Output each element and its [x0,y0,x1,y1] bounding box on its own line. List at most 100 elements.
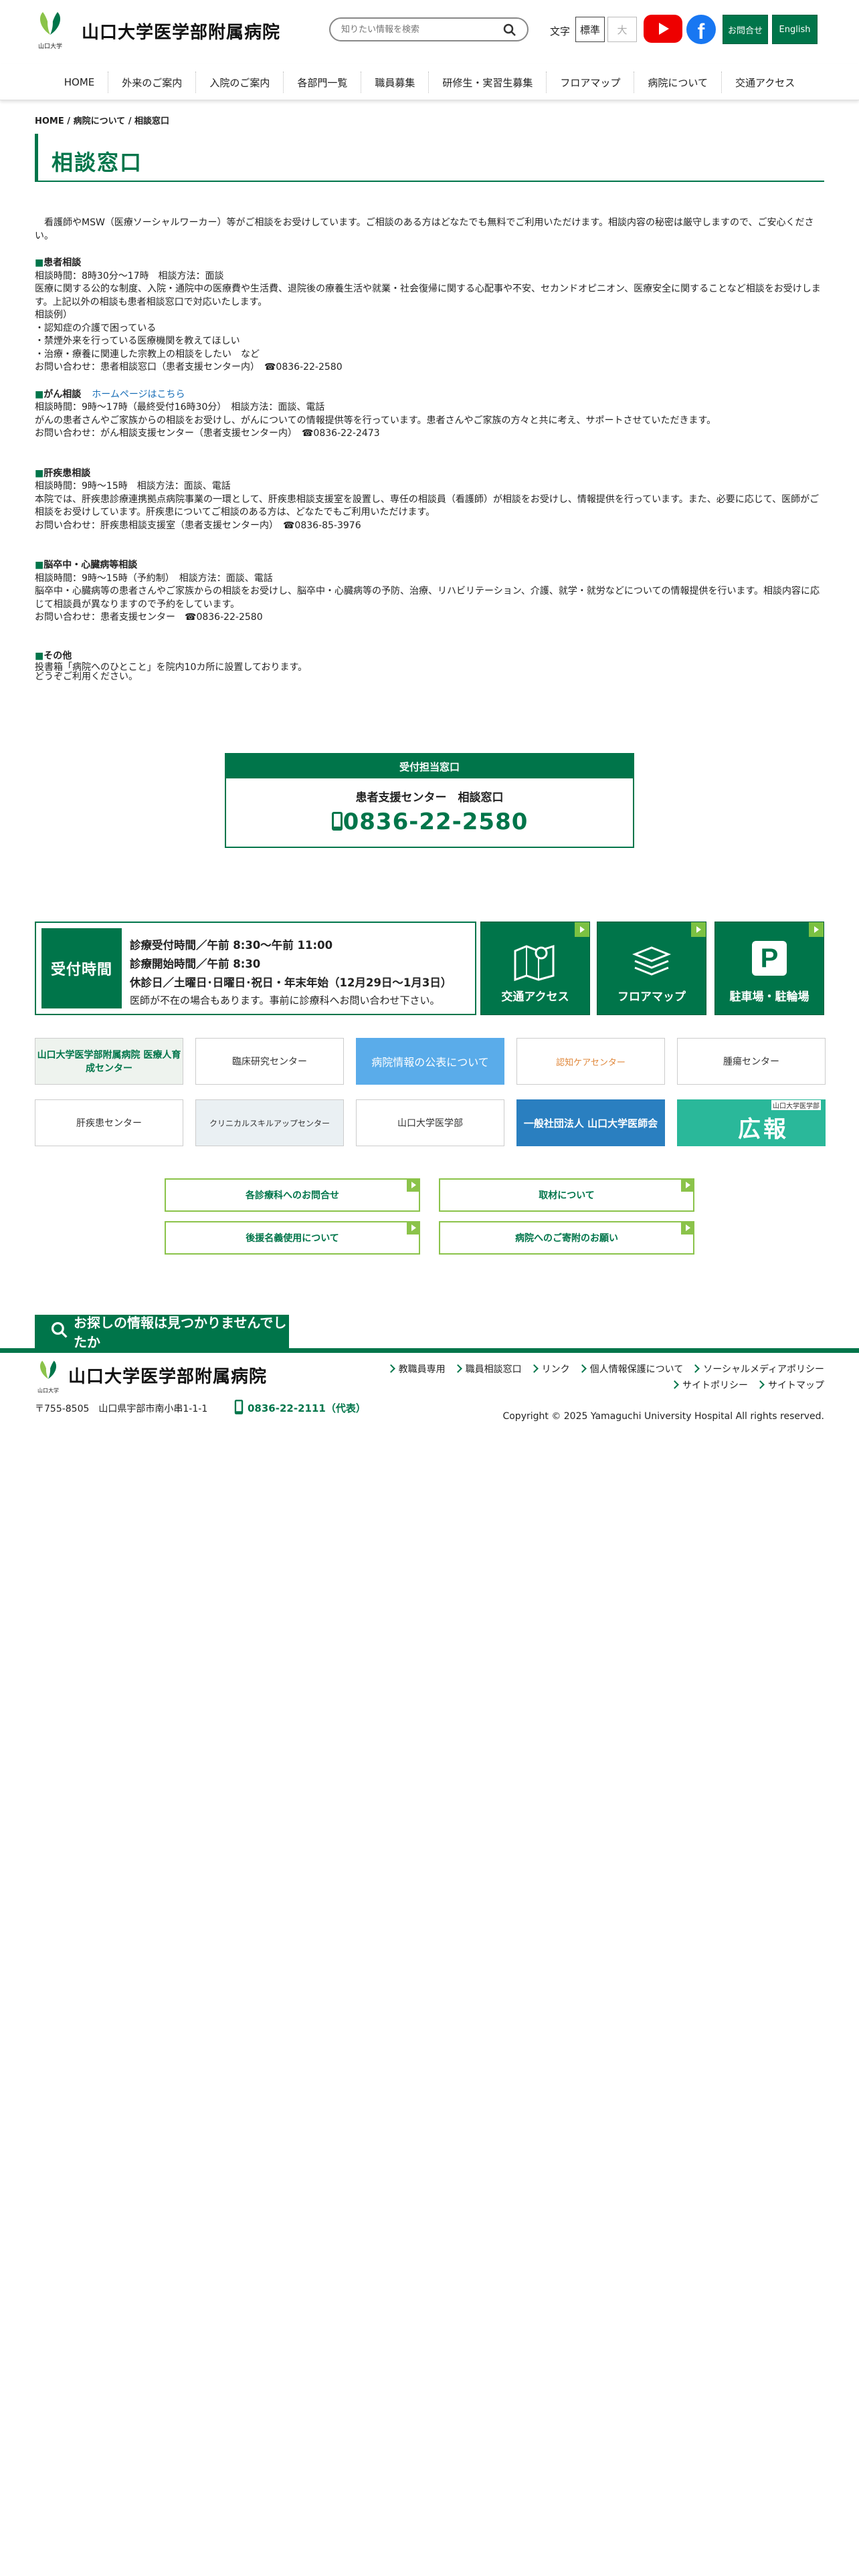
footer-logo[interactable]: 山口大学 [35,1358,62,1394]
floor-layers-icon [628,941,675,984]
reception-line: 診療開始時間／午前 8:30 [130,958,261,970]
section-title: 肝疾患相談 [43,467,91,479]
banner-clinical-skill-center[interactable]: クリニカルスキルアップセンター [195,1099,344,1146]
section-desc: 本院では、肝疾患診療連携拠点病院事業の一環として、肝疾患相談支援室を設置し、専任… [35,494,820,518]
tile-label: 駐車場・駐輪場 [729,990,809,1004]
square-bullet-icon: ■ [35,467,44,479]
cancer-consult-section: ■がん相談 ホームページはこちら 相談時間：9時～17時（最終受付16時30分） … [35,389,824,441]
example-item: ・治療・療養に関連した宗教上の相談をしたい など [35,348,260,360]
arrow-icon [809,922,824,937]
section-hours: 相談時間：9時～15時（予約制） 相談方法：面談、電話 [35,572,273,584]
footer-link-privacy[interactable]: 個人情報保護について [579,1364,684,1375]
breadcrumb: HOME / 病院について / 相談窓口 [35,114,169,126]
footer-link-sitemap[interactable]: サイトマップ [757,1380,824,1391]
nav-inpatient[interactable]: 入院のご案内 [195,72,283,93]
footer-link-staff-consult[interactable]: 職員相談窓口 [455,1364,522,1375]
square-bullet-icon: ■ [35,560,44,570]
footer-link-staff-only[interactable]: 教職員専用 [388,1364,446,1375]
nav-home[interactable]: HOME [51,72,108,93]
intro-text: 看護師やMSW（医療ソーシャルワーカー）等がご相談をお受けしています。ご相談のあ… [35,217,814,241]
global-nav: HOME 外来のご案内 入院のご案内 各部門一覧 職員募集 研修生・実習生募集 … [0,64,859,100]
banner-tumor-center[interactable]: 腫瘍センター [677,1038,826,1085]
search-icon[interactable] [503,23,516,39]
text-size-standard-button[interactable]: 標準 [575,17,605,42]
footer-tel-number: 0836-22-2111（代表） [248,1402,366,1414]
footer-link-social-policy[interactable]: ソーシャルメディアポリシー [692,1364,824,1375]
section-title: 患者相談 [43,257,82,268]
section-hours: 相談時間：8時30分～17時 相談方法：面談 [35,270,224,282]
banner-liver-disease-center[interactable]: 肝疾患センター [35,1099,183,1146]
footer-link-links[interactable]: リンク [531,1364,570,1375]
liver-consult-section: ■肝疾患相談 相談時間：9時～15時 相談方法：面談、電話 本院では、肝疾患診療… [35,467,824,533]
section-title: 脳卒中・心臓病等相談 [43,560,138,570]
english-button[interactable]: English [772,15,818,44]
footer-site-name[interactable]: 山口大学医学部附属病院 [68,1363,267,1388]
section-desc: 投書箱「病院へのひとこと」を院内10カ所に設置しております。 [35,661,308,673]
breadcrumb-about[interactable]: 病院について [74,116,126,126]
footer-address: 〒755-8505 山口県宇部市南小串1-1-1 [35,1404,208,1414]
search-input[interactable] [341,23,495,35]
footer-tel[interactable]: 0836-22-2111（代表） [234,1399,366,1415]
main-content: 看護師やMSW（医療ソーシャルワーカー）等がご相談をお受けしています。ご相談のあ… [35,217,824,681]
nav-trainee[interactable]: 研修生・実習生募集 [428,72,546,93]
nav-outpatient[interactable]: 外来のご案内 [108,72,195,93]
floormap-tile[interactable]: フロアマップ [597,922,706,1015]
banner-pr-title: 広報 [738,1116,789,1143]
section-contact: お問い合わせ：肝疾患相談支援室（患者支援センター内） ☎0836-85-3976 [35,520,361,531]
access-tile[interactable]: 交通アクセス [480,922,590,1015]
section-contact: お問い合わせ：がん相談支援センター（患者支援センター内） ☎0836-22-24… [35,428,380,439]
nav-access[interactable]: 交通アクセス [721,72,808,93]
section-hours: 相談時間：9時～15時 相談方法：面談、電話 [35,481,231,492]
donation-button[interactable]: 病院へのご寄附のお願い [439,1221,694,1255]
square-bullet-icon: ■ [35,389,44,400]
contact-button[interactable]: お問合せ [723,15,768,44]
tile-label: 交通アクセス [501,990,569,1004]
arrow-icon [691,922,706,937]
section-hours: 相談時間：9時～17時（最終受付16時30分） 相談方法：面談、電話 [35,402,325,413]
copyright: Copyright © 2025 Yamaguchi University Ho… [502,1411,824,1422]
arrow-icon [575,922,589,937]
footer-link-site-policy[interactable]: サイトポリシー [672,1380,748,1391]
cancer-homepage-link[interactable]: ホームページはこちら [92,389,185,400]
banner-public-relations[interactable]: 山口大学医学部 広報 [677,1099,826,1146]
press-inquiry-button[interactable]: 取材について [439,1178,694,1212]
banner-dementia-care-center[interactable]: 認知ケアセンター [516,1038,665,1085]
youtube-icon[interactable] [644,15,682,43]
sponsorship-button[interactable]: 後援名義使用について [165,1221,420,1255]
parking-icon: P [752,941,787,976]
dept-inquiry-button[interactable]: 各診療科へのお問合せ [165,1178,420,1212]
phone-icon [234,1400,248,1414]
banner-medical-training-center[interactable]: 山口大学医学部附属病院 医療人育成センター [35,1038,183,1085]
section-desc: がんの患者さんやご家族からの相談をお受けし、がんについての情報提供等を行っていま… [35,415,717,426]
breadcrumb-current: 相談窓口 [134,116,170,126]
university-logo[interactable]: 山口大学 [33,8,67,50]
facebook-icon[interactable]: f [686,15,716,44]
phone-icon [331,809,343,835]
banner-clinical-research-center[interactable]: 臨床研究センター [195,1038,344,1085]
banner-medical-association[interactable]: 一般社団法人 山口大学医師会 [516,1099,665,1146]
section-contact: お問い合わせ：患者支援センター ☎0836-22-2580 [35,612,263,623]
banner-medical-school[interactable]: 山口大学医学部 [356,1099,504,1146]
footer-links: 教職員専用 職員相談窓口 リンク 個人情報保護について ソーシャルメディアポリシーサイト… [316,1362,824,1394]
stroke-consult-section: ■脳卒中・心臓病等相談 相談時間：9時～15時（予約制） 相談方法：面談、電話 … [35,559,824,625]
site-title[interactable]: 山口大学医学部附属病院 [82,19,280,43]
nav-recruit[interactable]: 職員募集 [361,72,428,93]
phone-box-tel[interactable]: 0836-22-2580 [226,809,633,835]
footer-logo-caption: 山口大学 [37,1388,59,1394]
phone-box-name: 患者支援センター 相談窓口 [355,791,504,804]
text-size-label: 文字 [550,25,571,37]
phone-box-header: 受付担当窓口 [226,754,633,778]
nav-floormap[interactable]: フロアマップ [546,72,634,93]
not-found-label: お探しの情報は見つかりませんでしたか [74,1315,287,1350]
parking-tile[interactable]: P 駐車場・駐輪場 [714,922,824,1015]
reception-phone-box: 受付担当窓口 患者支援センター 相談窓口 0836-22-2580 [225,753,634,848]
not-found-tab[interactable]: お探しの情報は見つかりませんでしたか [35,1315,289,1350]
example-item: ・認知症の介護で困っている [35,322,157,334]
reception-line: 診療受付時間／午前 8:30～午前 11:00 [130,939,333,952]
nav-departments[interactable]: 各部門一覧 [283,72,361,93]
text-size-large-button[interactable]: 大 [607,17,637,42]
reception-hours-box: 受付時間 診療受付時間／午前 8:30～午前 11:00 診療開始時間／午前 8… [35,922,476,1015]
breadcrumb-home[interactable]: HOME [35,116,64,126]
banner-hospital-info[interactable]: 病院情報の公表について [356,1038,504,1085]
nav-about[interactable]: 病院について [634,72,721,93]
